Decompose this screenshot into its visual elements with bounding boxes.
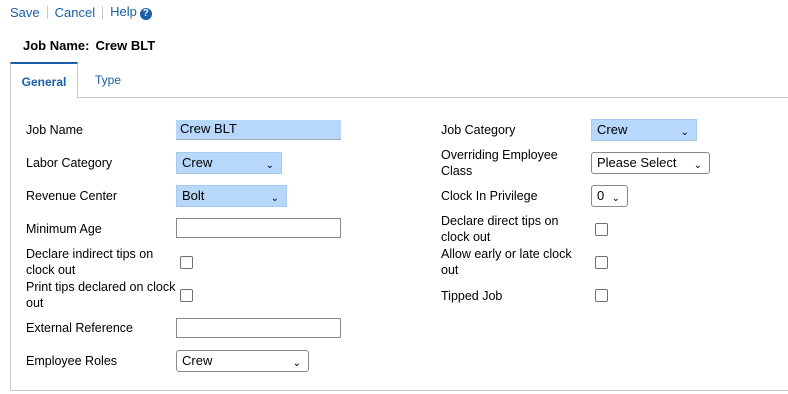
minimum-age-input[interactable] [176, 218, 341, 238]
overriding-employee-class-label: Overriding Employee Class [441, 148, 558, 178]
labor-category-value: Crew [182, 155, 213, 170]
labor-category-label: Labor Category [26, 156, 113, 170]
print-tips-label: Print tips declared on clock out [26, 280, 176, 310]
chevron-down-icon: ⌄ [292, 358, 301, 369]
allow-early-late-checkbox[interactable] [595, 256, 608, 269]
declare-direct-tips-checkbox[interactable] [595, 223, 608, 236]
clock-in-privilege-select[interactable]: 0 ⌄ [591, 185, 628, 207]
job-name-input[interactable]: Crew BLT [176, 120, 341, 140]
tipped-job-checkbox[interactable] [595, 289, 608, 302]
chevron-down-icon: ⌄ [693, 160, 702, 171]
clock-in-privilege-value: 0 [597, 188, 605, 203]
toolbar: Save Cancel Help? [10, 4, 152, 20]
labor-category-select[interactable]: Crew ⌄ [176, 152, 282, 174]
page-title: Job Name: Crew BLT [23, 38, 155, 53]
cancel-link[interactable]: Cancel [55, 5, 95, 20]
declare-direct-tips-label: Declare direct tips on clock out [441, 214, 559, 244]
save-link[interactable]: Save [10, 5, 40, 20]
employee-roles-select[interactable]: Crew ⌄ [176, 350, 309, 372]
chevron-down-icon: ⌄ [270, 193, 279, 204]
clock-in-privilege-label: Clock In Privilege [441, 189, 538, 203]
tab-general[interactable]: General [10, 62, 78, 98]
chevron-down-icon: ⌄ [680, 127, 689, 138]
help-icon[interactable]: ? [139, 7, 152, 20]
job-category-select[interactable]: Crew ⌄ [591, 119, 697, 141]
job-name-label: Job Name [26, 123, 83, 137]
help-link[interactable]: Help? [110, 4, 152, 20]
employee-roles-value: Crew [182, 353, 213, 368]
revenue-center-value: Bolt [182, 188, 205, 203]
tipped-job-label: Tipped Job [441, 289, 503, 303]
revenue-center-label: Revenue Center [26, 189, 118, 203]
toolbar-divider [46, 5, 48, 19]
job-category-value: Crew [597, 122, 628, 137]
minimum-age-label: Minimum Age [26, 222, 102, 236]
external-reference-input[interactable] [176, 318, 341, 338]
overriding-employee-class-select[interactable]: Please Select ⌄ [591, 152, 710, 174]
declare-indirect-tips-checkbox[interactable] [180, 256, 193, 269]
employee-roles-label: Employee Roles [26, 354, 118, 368]
print-tips-checkbox[interactable] [180, 289, 193, 302]
job-category-label: Job Category [441, 123, 516, 137]
general-panel [10, 97, 788, 391]
declare-indirect-tips-label: Declare indirect tips on clock out [26, 247, 154, 277]
tab-type[interactable]: Type [86, 62, 130, 97]
external-reference-label: External Reference [26, 321, 134, 335]
toolbar-divider [102, 5, 104, 19]
allow-early-late-label: Allow early or late clock out [441, 247, 572, 277]
job-name-heading-label: Job Name: [23, 38, 90, 53]
help-label[interactable]: Help [110, 4, 137, 19]
revenue-center-select[interactable]: Bolt ⌄ [176, 185, 287, 207]
chevron-down-icon: ⌄ [611, 193, 620, 204]
overriding-employee-class-value: Please Select [597, 155, 677, 170]
job-name-heading-value: Crew BLT [95, 38, 156, 53]
chevron-down-icon: ⌄ [265, 160, 274, 171]
